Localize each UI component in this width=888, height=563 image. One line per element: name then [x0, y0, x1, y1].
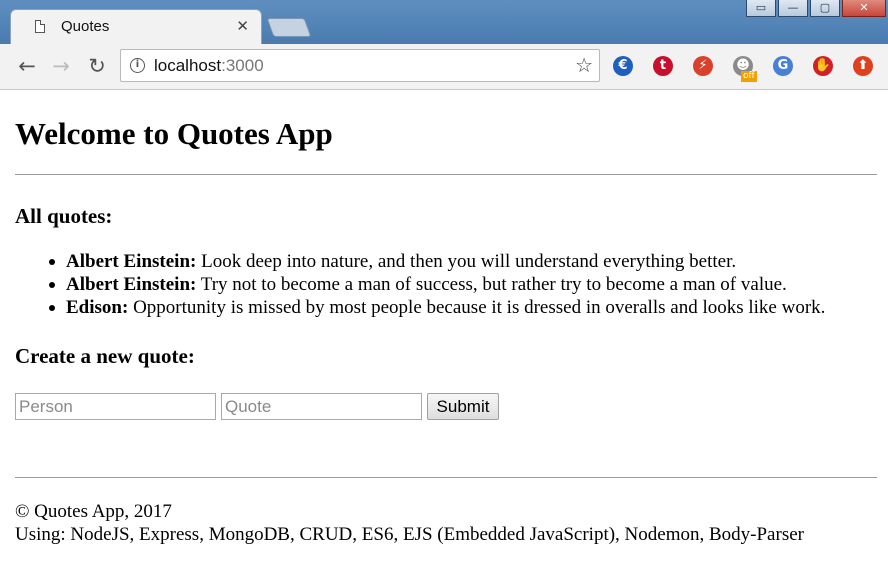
quote-text: Try not to become a man of success, but …	[196, 274, 787, 295]
all-quotes-heading: All quotes:	[15, 204, 113, 228]
bookmark-star-icon[interactable]: ☆	[575, 53, 593, 77]
browser-tab[interactable]: Quotes ✕	[10, 9, 262, 44]
back-icon[interactable]: ←	[13, 52, 41, 80]
divider-top	[15, 174, 877, 175]
window-controls: ▭ — ▢ ✕	[744, 0, 886, 17]
minimize-button[interactable]: —	[778, 0, 808, 17]
list-item: Albert Einstein: Try not to become a man…	[48, 273, 825, 296]
quotes-list: Albert Einstein: Look deep into nature, …	[0, 250, 825, 319]
page-title: Welcome to Quotes App	[15, 116, 333, 151]
address-bar[interactable]: i localhost:3000 ☆	[120, 49, 600, 82]
hand-extension-icon[interactable]: ✋	[813, 56, 833, 76]
footer-copyright: © Quotes App, 2017	[15, 501, 172, 522]
page-icon	[35, 20, 45, 33]
tab-title: Quotes	[61, 18, 110, 35]
extension-badge: off	[741, 71, 757, 82]
quote-text: Look deep into nature, and then you will…	[196, 251, 737, 272]
browser-toolbar: ← → ↻ i localhost:3000 ☆ € t ⚡ ☻ G ✋ ⬆ off	[0, 44, 888, 90]
list-item: Albert Einstein: Look deep into nature, …	[48, 250, 825, 273]
new-tab-button[interactable]	[266, 18, 312, 37]
url-port: :3000	[221, 56, 264, 75]
close-window-button[interactable]: ✕	[842, 0, 886, 17]
quote-person: Edison:	[66, 297, 129, 318]
quote-person: Albert Einstein:	[66, 251, 197, 272]
divider-bottom	[15, 477, 877, 478]
page-content: Welcome to Quotes App All quotes: Albert…	[0, 90, 888, 563]
footer-tech: Using: NodeJS, Express, MongoDB, CRUD, E…	[15, 524, 804, 545]
plug-extension-icon[interactable]: ⚡	[693, 56, 713, 76]
submit-button[interactable]: Submit	[427, 393, 499, 420]
t-extension-icon[interactable]: t	[653, 56, 673, 76]
browser-titlebar: ▭ — ▢ ✕ Quotes ✕	[0, 0, 888, 44]
person-input[interactable]	[15, 393, 216, 420]
quote-input[interactable]	[221, 393, 422, 420]
create-quote-heading: Create a new quote:	[15, 344, 195, 368]
url-text: localhost:3000	[154, 56, 264, 76]
euro-extension-icon[interactable]: €	[613, 56, 633, 76]
footer: © Quotes App, 2017 Using: NodeJS, Expres…	[15, 500, 804, 546]
quote-person: Albert Einstein:	[66, 274, 197, 295]
reload-icon[interactable]: ↻	[83, 52, 111, 80]
translate-extension-icon[interactable]: G	[773, 56, 793, 76]
info-icon[interactable]: i	[130, 58, 145, 73]
maximize-button[interactable]: ▢	[810, 0, 840, 17]
tab-close-icon[interactable]: ✕	[236, 17, 249, 35]
upload-extension-icon[interactable]: ⬆	[853, 56, 873, 76]
window-menu-button[interactable]: ▭	[746, 0, 776, 17]
quote-text: Opportunity is missed by most people bec…	[128, 297, 826, 318]
list-item: Edison: Opportunity is missed by most pe…	[48, 296, 826, 319]
forward-icon[interactable]: →	[47, 52, 75, 80]
url-host: localhost	[154, 56, 222, 75]
